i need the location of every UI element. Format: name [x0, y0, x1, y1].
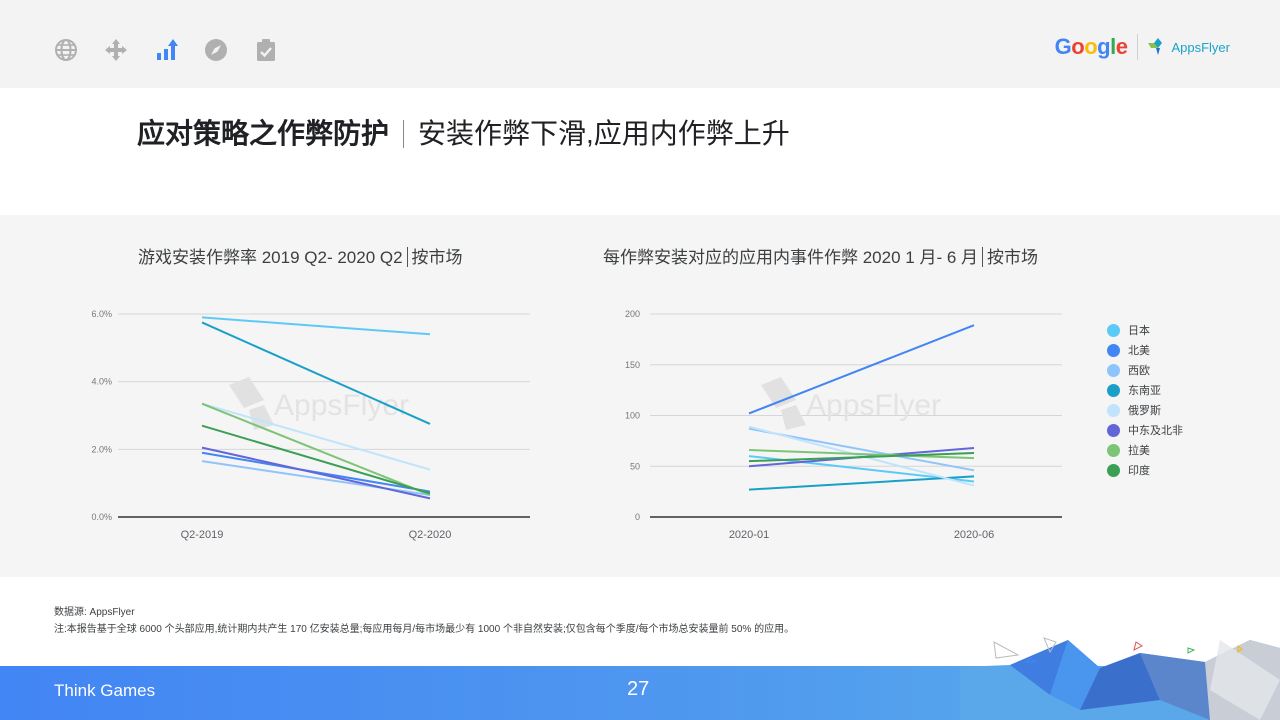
decorative-polygon-art: [960, 637, 1280, 720]
legend-label: 日本: [1128, 325, 1150, 337]
legend-label: 东南亚: [1128, 385, 1161, 397]
legend-label: 拉美: [1128, 445, 1150, 457]
source-note: 数据源: AppsFlyer: [54, 607, 135, 618]
footer-brand: Think Games: [54, 681, 156, 700]
legend-swatch: [1107, 323, 1120, 337]
chart1-y-tick-label: 2.0%: [91, 444, 112, 454]
chart1-x-tick-label: Q2-2020: [409, 529, 452, 541]
chart2-y-tick-label: 50: [630, 461, 640, 471]
chart2-legend: 日本北美西欧东南亚俄罗斯中东及北非拉美印度: [1107, 320, 1183, 480]
legend-label: 中东及北非: [1128, 425, 1183, 437]
legend-label: 北美: [1128, 345, 1150, 357]
watermark-mark: [781, 405, 806, 430]
legend-swatch: [1107, 423, 1120, 437]
legend-item: 日本: [1107, 320, 1183, 340]
chart2-x-tick-label: 2020-06: [954, 529, 994, 541]
chart2-y-tick-label: 200: [625, 309, 640, 319]
legend-item: 东南亚: [1107, 380, 1183, 400]
chart1-x-tick-label: Q2-2019: [181, 529, 224, 541]
chart1-y-tick-label: 4.0%: [91, 377, 112, 387]
legend-swatch: [1107, 443, 1120, 457]
legend-item: 俄罗斯: [1107, 400, 1183, 420]
legend-item: 西欧: [1107, 360, 1183, 380]
methodology-note: 注:本报告基于全球 6000 个头部应用,统计期内共产生 170 亿安装总量;每…: [54, 624, 795, 635]
chart2-series-line: [748, 475, 975, 491]
chart1-y-tick-label: 6.0%: [91, 309, 112, 319]
legend-swatch: [1107, 383, 1120, 397]
chart1-series-line: [201, 316, 431, 336]
legend-label: 西欧: [1128, 365, 1150, 377]
legend-swatch: [1107, 363, 1120, 377]
page-number: 27: [627, 678, 650, 700]
chart1-y-tick-label: 0.0%: [91, 512, 112, 522]
legend-item: 拉美: [1107, 440, 1183, 460]
chart1-series-line: [201, 446, 431, 500]
chart2-y-tick-label: 0: [635, 512, 640, 522]
legend-swatch: [1107, 403, 1120, 417]
chart2-y-tick-label: 100: [625, 411, 640, 421]
legend-item: 中东及北非: [1107, 420, 1183, 440]
watermark-mark: [761, 377, 796, 408]
chart2-watermark: AppsFlyer: [806, 389, 941, 422]
legend-label: 印度: [1128, 465, 1150, 477]
legend-swatch: [1107, 463, 1120, 477]
chart2-y-tick-label: 150: [625, 360, 640, 370]
legend-label: 俄罗斯: [1128, 405, 1161, 417]
legend-item: 北美: [1107, 340, 1183, 360]
chart2-x-tick-label: 2020-01: [729, 529, 769, 541]
legend-item: 印度: [1107, 460, 1183, 480]
footnotes: 数据源: AppsFlyer 注:本报告基于全球 6000 个头部应用,统计期内…: [54, 604, 794, 638]
legend-swatch: [1107, 343, 1120, 357]
